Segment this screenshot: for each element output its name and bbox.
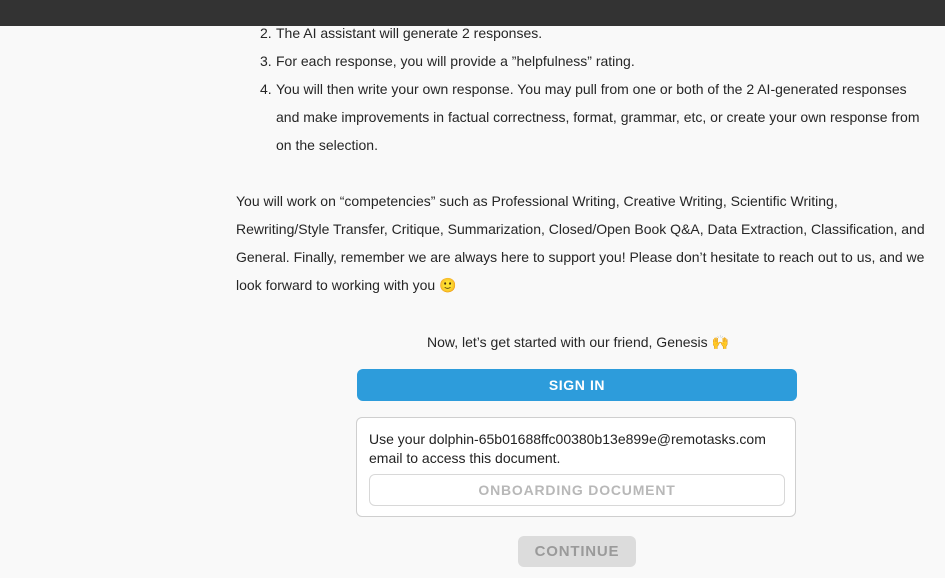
email-info-box: Use your dolphin-65b01688ffc00380b13e899… <box>356 417 796 517</box>
raised-hands-icon: 🙌 <box>711 335 729 351</box>
onboarding-document-button[interactable]: ONBOARDING DOCUMENT <box>369 474 785 506</box>
competencies-paragraph: You will work on “competencies” such as … <box>236 187 926 300</box>
continue-button[interactable]: CONTINUE <box>518 536 636 567</box>
intro-line: Now, let’s get started with our friend, … <box>236 328 920 357</box>
step-number: 4. <box>260 81 272 97</box>
intro-text: Now, let’s get started with our friend, … <box>427 334 708 350</box>
step-number: 2. <box>260 25 272 41</box>
step-text: The AI assistant will generate 2 respons… <box>276 25 543 41</box>
steps-list: 2. The AI assistant will generate 2 resp… <box>236 19 926 159</box>
sign-in-button[interactable]: SIGN IN <box>357 369 797 401</box>
step-number: 3. <box>260 53 272 69</box>
step-text: For each response, you will provide a ”h… <box>276 53 635 69</box>
step-text: You will then write your own response. Y… <box>276 81 920 153</box>
competencies-text: You will work on “competencies” such as … <box>236 193 925 293</box>
instructions-content: 2. The AI assistant will generate 2 resp… <box>236 19 926 357</box>
smile-emoji-icon: 🙂 <box>439 278 457 294</box>
list-item: 4. You will then write your own response… <box>260 75 926 159</box>
email-message: Use your dolphin-65b01688ffc00380b13e899… <box>369 431 766 466</box>
list-item: 2. The AI assistant will generate 2 resp… <box>260 19 926 47</box>
list-item: 3. For each response, you will provide a… <box>260 47 926 75</box>
